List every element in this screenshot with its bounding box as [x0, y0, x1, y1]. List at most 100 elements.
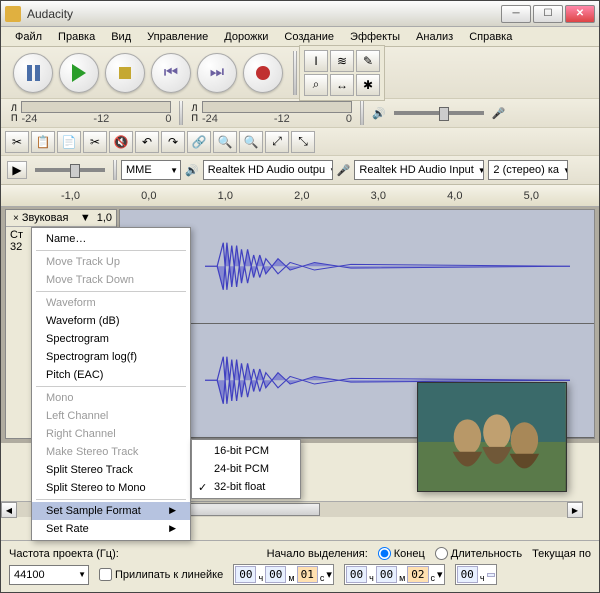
redo-button[interactable]: ↷ — [161, 131, 185, 153]
ctx-pitch[interactable]: Pitch (EAC) — [32, 366, 190, 384]
end-radio[interactable]: Конец — [378, 547, 425, 560]
record-meter[interactable]: Л П -24-120 — [185, 101, 357, 125]
menu-transport[interactable]: Управление — [139, 29, 216, 44]
selection-start-time[interactable]: 00ч 00м 01с ▾ — [233, 564, 334, 585]
paste-button[interactable]: 📄 — [57, 131, 81, 153]
link-button[interactable]: 🔗 — [187, 131, 211, 153]
ctx-split-mono[interactable]: Split Stereo to Mono — [32, 479, 190, 497]
zoom-out-button[interactable]: 🔍 — [239, 131, 263, 153]
trim-button[interactable]: ✂ — [83, 131, 107, 153]
audio-host-combo[interactable]: MME▼ — [121, 160, 181, 180]
scroll-thumb[interactable] — [182, 503, 320, 516]
selection-toolbar: Частота проекта (Гц): Начало выделения: … — [1, 540, 599, 592]
edit-toolbar: ✂ 📋 📄 ✂ 🔇 ↶ ↷ 🔗 🔍 🔍 ⤢ ⤡ — [5, 131, 315, 153]
maximize-button[interactable]: ☐ — [533, 5, 563, 23]
ctx-set-rate[interactable]: Set Rate▶ — [32, 520, 190, 538]
ctx-set-sample-format[interactable]: Set Sample Format▶ — [32, 502, 190, 520]
titlebar[interactable]: Audacity ─ ☐ ✕ — [1, 1, 599, 27]
timeline-ruler[interactable]: -1,0 0,0 1,0 2,0 3,0 4,0 5,0 — [1, 185, 599, 207]
input-channels-combo[interactable]: 2 (стерео) ка▼ — [488, 160, 568, 180]
play-button[interactable] — [59, 53, 99, 93]
ctx-right-channel: Right Channel — [32, 425, 190, 443]
position-label: Текущая по — [532, 548, 591, 560]
menu-analyze[interactable]: Анализ — [408, 29, 461, 44]
mic-icon: 🎤 — [337, 164, 351, 177]
device-toolbar: ▶ MME▼ 🔊 Realtek HD Audio outpu▼ 🎤 Realt… — [1, 156, 599, 185]
format-16bit[interactable]: 16-bit PCM — [192, 442, 300, 460]
project-rate-label: Частота проекта (Гц): — [9, 548, 119, 560]
menu-file[interactable]: Файл — [7, 29, 50, 44]
window-title: Audacity — [27, 7, 501, 21]
app-window: Audacity ─ ☐ ✕ Файл Правка Вид Управлени… — [0, 0, 600, 593]
selection-tool[interactable]: I — [304, 50, 328, 72]
timeshift-tool[interactable]: ↔ — [330, 74, 354, 96]
output-volume-slider[interactable] — [394, 111, 484, 115]
ctx-waveform-db[interactable]: Waveform (dB) — [32, 312, 190, 330]
mic-icon: 🎤 — [492, 107, 506, 120]
stop-button[interactable] — [105, 53, 145, 93]
ctx-spectrogram[interactable]: Spectrogram — [32, 330, 190, 348]
scroll-left-button[interactable]: ◀ — [1, 502, 17, 518]
selection-end-time[interactable]: 00ч 00м 02с ▾ — [344, 564, 445, 585]
scroll-right-button[interactable]: ▶ — [567, 502, 583, 518]
draw-tool[interactable]: ✎ — [356, 50, 380, 72]
multi-tool[interactable]: ✱ — [356, 74, 380, 96]
menu-help[interactable]: Справка — [461, 29, 520, 44]
fit-selection-button[interactable]: ⤢ — [265, 131, 289, 153]
envelope-tool[interactable]: ≋ — [330, 50, 354, 72]
track-name: Звуковая — [22, 212, 69, 224]
audio-position-time[interactable]: 00ч — [455, 564, 497, 585]
transport-toolbar: ⏮ ⏭ — [5, 47, 291, 99]
format-32float[interactable]: 32-bit float — [192, 478, 300, 496]
skip-end-button[interactable]: ⏭ — [197, 53, 237, 93]
ctx-move-up: Move Track Up — [32, 253, 190, 271]
ctx-left-channel: Left Channel — [32, 407, 190, 425]
pause-button[interactable] — [13, 53, 53, 93]
menu-generate[interactable]: Создание — [276, 29, 342, 44]
zoom-in-button[interactable]: 🔍 — [213, 131, 237, 153]
menu-effects[interactable]: Эффекты — [342, 29, 408, 44]
meter-channels-label: Л П — [11, 103, 17, 123]
menu-tracks[interactable]: Дорожки — [216, 29, 276, 44]
menu-edit[interactable]: Правка — [50, 29, 103, 44]
menu-view[interactable]: Вид — [103, 29, 139, 44]
undo-button[interactable]: ↶ — [135, 131, 159, 153]
minimize-button[interactable]: ─ — [501, 5, 531, 23]
sample-format-submenu: 16-bit PCM 24-bit PCM 32-bit float — [191, 439, 301, 499]
silence-button[interactable]: 🔇 — [109, 131, 133, 153]
ctx-move-down: Move Track Down — [32, 271, 190, 289]
zoom-tool[interactable]: ⌕ — [304, 74, 328, 96]
ctx-name[interactable]: Name… — [32, 230, 190, 248]
speaker-icon: 🔊 — [372, 107, 386, 120]
overlay-thumbnail — [417, 382, 567, 492]
input-device-combo[interactable]: Realtek HD Audio Input▼ — [354, 160, 484, 180]
project-rate-combo[interactable]: 44100▼ — [9, 565, 89, 585]
ctx-waveform[interactable]: Waveform — [32, 294, 190, 312]
speaker-icon: 🔊 — [185, 164, 199, 177]
duration-radio[interactable]: Длительность — [435, 547, 522, 560]
format-24bit[interactable]: 24-bit PCM — [192, 460, 300, 478]
snap-checkbox[interactable]: Прилипать к линейке — [99, 568, 223, 581]
track-menu-button[interactable]: ▼ — [80, 212, 91, 224]
fit-project-button[interactable]: ⤡ — [291, 131, 315, 153]
play-speed-slider[interactable] — [35, 168, 105, 172]
play-at-speed-button[interactable]: ▶ — [7, 161, 27, 179]
ctx-split-stereo[interactable]: Split Stereo Track — [32, 461, 190, 479]
track-scale-label: 1,0 — [97, 212, 112, 224]
mixer-toolbar: 🔊 🎤 — [366, 107, 511, 120]
tools-toolbar: I ≋ ✎ ⌕ ↔ ✱ — [299, 45, 385, 101]
selection-start-label: Начало выделения: — [267, 548, 368, 560]
ctx-mono: Mono — [32, 389, 190, 407]
record-button[interactable] — [243, 53, 283, 93]
skip-start-button[interactable]: ⏮ — [151, 53, 191, 93]
track-close-button[interactable]: × — [10, 213, 22, 224]
waveform-left-channel — [205, 238, 570, 295]
meter-channels-label: Л П — [191, 103, 197, 123]
cut-button[interactable]: ✂ — [5, 131, 29, 153]
output-device-combo[interactable]: Realtek HD Audio outpu▼ — [203, 160, 333, 180]
playback-meter[interactable]: Л П -24-120 — [5, 101, 177, 125]
track-context-menu: Name… Move Track Up Move Track Down Wave… — [31, 227, 191, 541]
copy-button[interactable]: 📋 — [31, 131, 55, 153]
close-button[interactable]: ✕ — [565, 5, 595, 23]
ctx-spectrogram-log[interactable]: Spectrogram log(f) — [32, 348, 190, 366]
